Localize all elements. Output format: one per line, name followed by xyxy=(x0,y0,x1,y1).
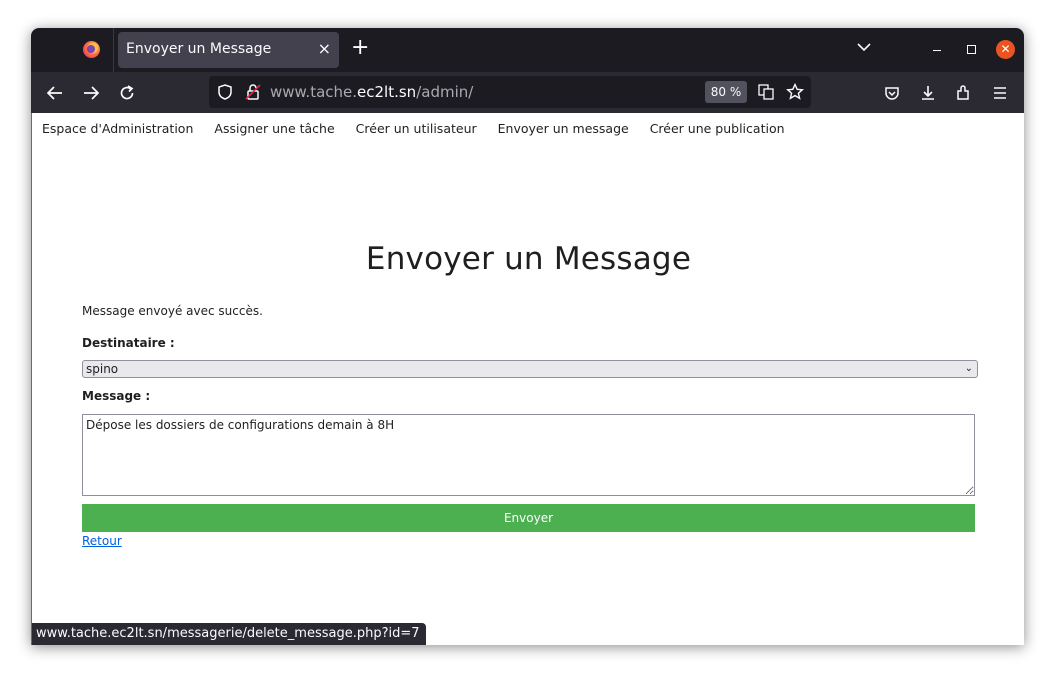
tab-title: Envoyer un Message xyxy=(126,41,272,57)
extensions-icon[interactable] xyxy=(954,83,974,103)
tab-active[interactable]: Envoyer un Message × xyxy=(118,32,339,68)
translate-icon[interactable] xyxy=(756,82,776,102)
nav-toolbar: www.tache.ec2lt.sn/admin/ 80 % xyxy=(31,72,1024,113)
url-text[interactable]: www.tache.ec2lt.sn/admin/ xyxy=(270,83,473,101)
message-label: Message : xyxy=(82,389,151,403)
forward-arrow-icon[interactable] xyxy=(81,83,101,103)
top-navigation: Espace d'Administration Assigner une tâch… xyxy=(42,121,806,136)
recipient-selected-value: spino xyxy=(86,362,119,376)
url-host: ec2lt.sn xyxy=(357,83,417,101)
message-textarea[interactable]: Dépose les dossiers de configurations de… xyxy=(82,414,975,496)
minimize-icon[interactable] xyxy=(933,50,941,51)
success-message: Message envoyé avec succès. xyxy=(82,304,263,318)
firefox-logo-icon xyxy=(83,41,100,58)
tab-close-icon[interactable]: × xyxy=(318,39,331,58)
shield-icon[interactable] xyxy=(215,82,235,102)
nav-link-send-message[interactable]: Envoyer un message xyxy=(498,121,629,136)
url-path: /admin/ xyxy=(416,83,474,101)
pocket-icon[interactable] xyxy=(882,83,902,103)
new-tab-icon[interactable]: + xyxy=(351,36,369,60)
send-button[interactable]: Envoyer xyxy=(82,504,975,532)
url-bar[interactable]: www.tache.ec2lt.sn/admin/ 80 % xyxy=(209,76,811,108)
url-prefix: www.tache. xyxy=(270,83,358,101)
recipient-select[interactable]: spino ⌄ xyxy=(82,360,978,378)
status-bar-url: www.tache.ec2lt.sn/messagerie/delete_mes… xyxy=(32,623,426,645)
zoom-level-badge[interactable]: 80 % xyxy=(705,81,747,103)
close-window-icon[interactable]: ✕ xyxy=(996,40,1015,59)
recipient-label: Destinataire : xyxy=(82,336,175,350)
chevron-down-icon[interactable] xyxy=(856,39,872,55)
maximize-icon[interactable] xyxy=(967,45,976,54)
bookmark-star-icon[interactable] xyxy=(785,82,805,102)
insecure-lock-icon[interactable] xyxy=(243,82,263,102)
tab-separator xyxy=(113,28,114,72)
page-title: Envoyer un Message xyxy=(365,241,692,277)
page-content: Espace d'Administration Assigner une tâch… xyxy=(31,113,1024,645)
back-link[interactable]: Retour xyxy=(82,534,122,548)
reload-icon[interactable] xyxy=(117,83,137,103)
download-icon[interactable] xyxy=(918,83,938,103)
browser-window: Envoyer un Message × + ✕ www.tache.ec2lt… xyxy=(31,28,1024,645)
nav-link-admin-space[interactable]: Espace d'Administration xyxy=(42,121,193,136)
nav-link-create-publication[interactable]: Créer une publication xyxy=(650,121,785,136)
nav-link-create-user[interactable]: Créer un utilisateur xyxy=(356,121,477,136)
back-arrow-icon[interactable] xyxy=(45,83,65,103)
chevron-down-icon: ⌄ xyxy=(964,363,973,374)
hamburger-menu-icon[interactable] xyxy=(990,83,1010,103)
nav-link-assign-task[interactable]: Assigner une tâche xyxy=(214,121,334,136)
tab-strip: Envoyer un Message × + ✕ xyxy=(31,28,1024,72)
